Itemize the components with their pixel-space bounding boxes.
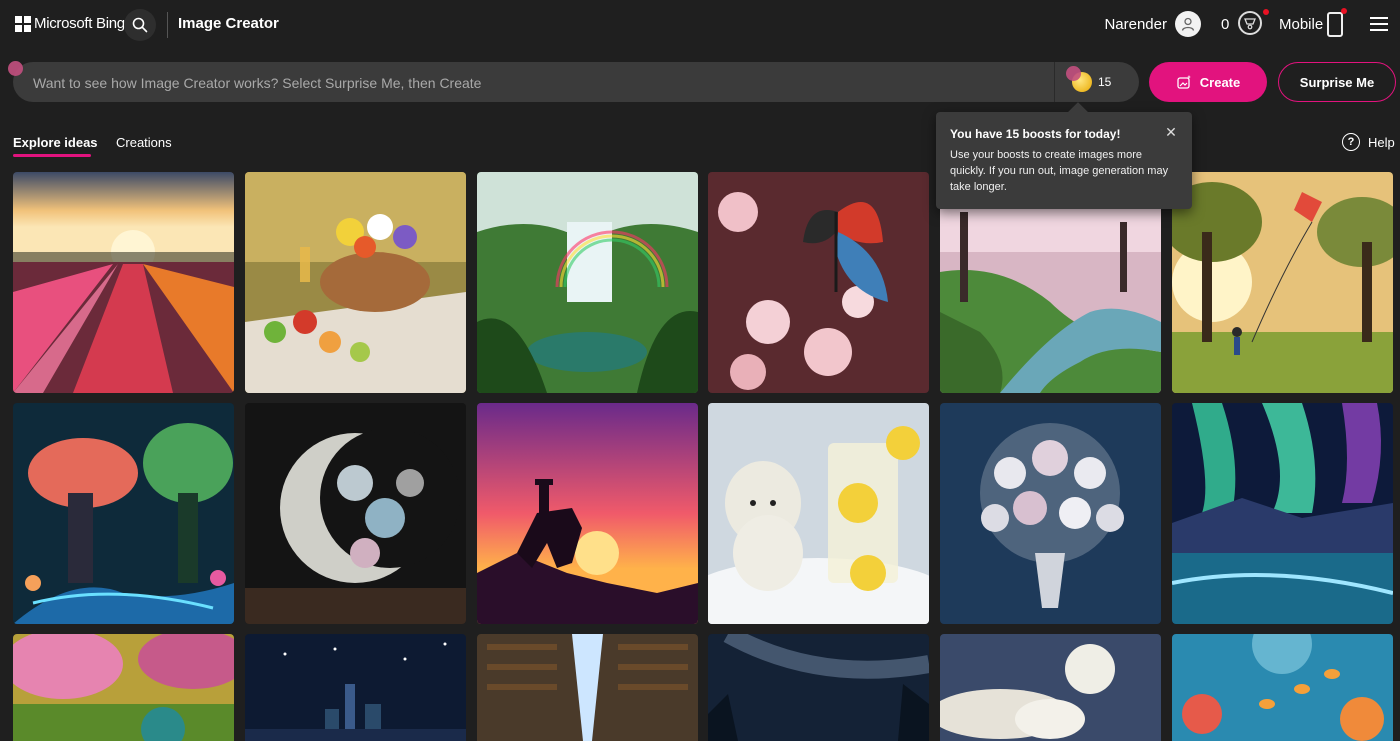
tooltip-body: Use your boosts to create images more qu…	[950, 149, 1169, 193]
rewards-count[interactable]: 0	[1221, 16, 1229, 33]
mobile-notification-dot	[1341, 8, 1347, 14]
gallery-image-kite-park[interactable]	[1172, 172, 1393, 393]
gallery-image-picnic-basket[interactable]	[245, 172, 466, 393]
menu-icon[interactable]	[1370, 17, 1388, 31]
create-label: Create	[1199, 74, 1241, 90]
gallery-image-aurora[interactable]	[1172, 403, 1393, 624]
gallery-image-tulip-field[interactable]	[13, 172, 234, 393]
top-header: Microsoft Bing Image Creator Narender 0 …	[0, 0, 1400, 50]
gallery-image-city-night[interactable]	[245, 634, 466, 741]
gallery-image-neon-forest[interactable]	[13, 403, 234, 624]
prompt-divider	[1054, 62, 1055, 102]
mobile-label[interactable]: Mobile	[1279, 16, 1323, 33]
search-icon	[132, 17, 148, 33]
tab-creations[interactable]: Creations	[116, 135, 172, 150]
help-icon[interactable]: ?	[1342, 133, 1360, 151]
search-button[interactable]	[124, 9, 156, 41]
phone-icon[interactable]	[1327, 12, 1343, 37]
close-icon[interactable]: ✕	[1164, 125, 1178, 139]
surprise-me-button[interactable]: Surprise Me	[1278, 62, 1396, 102]
boosts-tooltip: You have 15 boosts for today! Use your b…	[936, 102, 1192, 209]
tooltip-title: You have 15 boosts for today!	[950, 127, 1121, 141]
gallery-image-silver-bouquet[interactable]	[940, 403, 1161, 624]
tab-explore-ideas[interactable]: Explore ideas	[13, 135, 98, 150]
person-icon	[1181, 17, 1195, 31]
product-title[interactable]: Image Creator	[178, 15, 279, 32]
create-button[interactable]: Create	[1149, 62, 1267, 102]
avatar[interactable]	[1175, 11, 1201, 37]
help-link[interactable]: Help	[1368, 135, 1395, 150]
image-sparkle-icon	[1177, 75, 1191, 89]
gallery-image-polar-bear-moon[interactable]	[940, 634, 1161, 741]
rewards-icon[interactable]	[1238, 11, 1262, 35]
prompt-input[interactable]	[31, 62, 1055, 104]
gallery-image-coral-reef[interactable]	[1172, 634, 1393, 741]
gallery-image-crescent-moon[interactable]	[245, 403, 466, 624]
gallery-image-peacock-garden[interactable]	[13, 634, 234, 741]
gallery-image-polar-bears-lemonade[interactable]	[708, 403, 929, 624]
gallery-image-milky-way[interactable]	[708, 634, 929, 741]
gallery-image-waterfall[interactable]	[477, 172, 698, 393]
gallery-image-library[interactable]	[477, 634, 698, 741]
tooltip-arrow	[1068, 102, 1088, 122]
active-tab-indicator	[13, 154, 91, 157]
boost-highlight-dot-icon	[1066, 66, 1081, 81]
boost-count[interactable]: 15	[1098, 75, 1111, 89]
user-name[interactable]: Narender	[1104, 16, 1167, 33]
highlight-dot-icon	[8, 61, 23, 76]
prompt-bar: 15	[13, 62, 1139, 104]
microsoft-logo-icon[interactable]	[15, 16, 31, 32]
rewards-notification-dot	[1263, 9, 1269, 15]
header-divider	[167, 12, 168, 38]
gallery-image-cowboy-sunset[interactable]	[477, 403, 698, 624]
brand-name[interactable]: Microsoft Bing	[34, 15, 125, 32]
gallery-image-butterfly[interactable]	[708, 172, 929, 393]
